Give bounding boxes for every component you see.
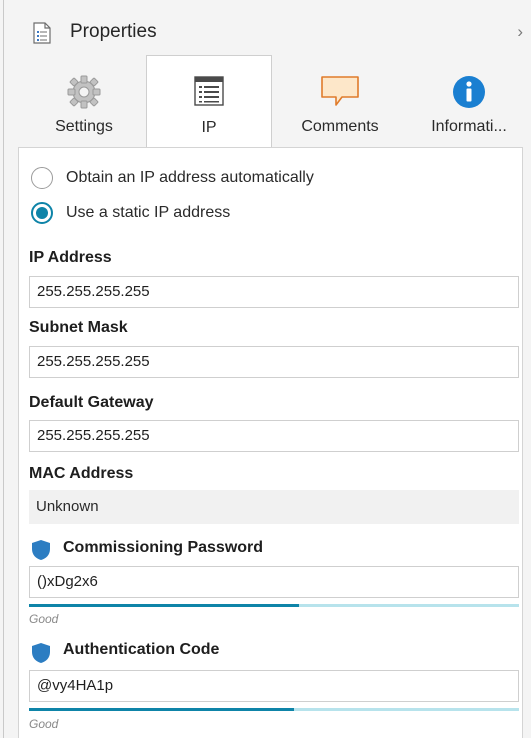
subnet-mask-input[interactable]: 255.255.255.255 — [29, 346, 519, 378]
auth-code-strength-fill — [29, 708, 294, 711]
ip-address-label: IP Address — [29, 249, 112, 266]
panel-header: Properties › — [4, 0, 531, 52]
password-strength-fill — [29, 604, 299, 607]
default-gateway-input[interactable]: 255.255.255.255 — [29, 420, 519, 452]
ip-settings-content: Obtain an IP address automatically Use a… — [18, 148, 523, 738]
commissioning-password-label: Commissioning Password — [63, 539, 264, 556]
tab-comments[interactable]: Comments — [276, 55, 404, 147]
default-gateway-label: Default Gateway — [29, 394, 154, 411]
ip-address-input[interactable]: 255.255.255.255 — [29, 276, 519, 308]
auth-code-strength-meter — [29, 708, 519, 711]
tab-ip[interactable]: IP — [146, 55, 272, 149]
radio-obtain-ip-automatically[interactable]: Obtain an IP address automatically — [31, 167, 314, 189]
gear-icon — [67, 75, 101, 109]
tab-bar: Settings IP Comments Informati... — [4, 55, 531, 149]
shield-icon — [32, 540, 50, 560]
tab-label: Settings — [55, 118, 113, 135]
subnet-mask-label: Subnet Mask — [29, 319, 128, 336]
authentication-code-input[interactable]: @vy4HA1p — [29, 670, 519, 702]
radio-label: Obtain an IP address automatically — [66, 169, 314, 186]
tab-information[interactable]: Informati... — [408, 55, 530, 147]
password-strength-meter — [29, 604, 519, 607]
tab-label: Informati... — [431, 118, 507, 135]
tab-label: IP — [201, 119, 217, 136]
authentication-code-label: Authentication Code — [63, 641, 220, 658]
mac-address-label: MAC Address — [29, 465, 134, 482]
info-icon — [453, 76, 485, 108]
mac-address-value: Unknown — [29, 490, 519, 524]
properties-document-icon — [33, 22, 51, 44]
radio-use-static-ip[interactable]: Use a static IP address — [31, 202, 230, 224]
tab-label: Comments — [301, 118, 379, 135]
radio-button[interactable] — [31, 167, 53, 189]
collapse-chevron-icon[interactable]: › — [517, 23, 523, 40]
panel-title: Properties — [70, 21, 157, 42]
commissioning-password-input[interactable]: ()xDg2x6 — [29, 566, 519, 598]
properties-panel: Properties › Settings IP Comments Inform… — [0, 0, 531, 738]
auth-code-strength-text: Good — [29, 717, 59, 731]
password-strength-text: Good — [29, 612, 59, 626]
radio-label: Use a static IP address — [66, 204, 231, 221]
tab-settings[interactable]: Settings — [20, 55, 148, 147]
comment-icon — [321, 76, 359, 106]
network-list-icon — [194, 76, 224, 106]
radio-button-checked[interactable] — [31, 202, 53, 224]
shield-icon — [32, 643, 50, 663]
